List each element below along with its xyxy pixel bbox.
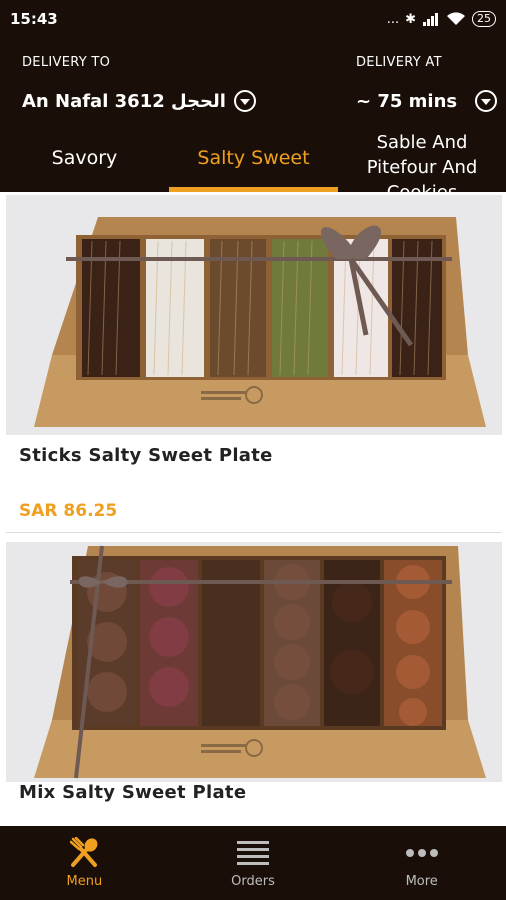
nav-label: Orders [231,873,275,889]
product-image [6,195,502,435]
notification-dots: ... [386,11,400,27]
category-tabs: Savory Salty Sweet Sable And Pitefour An… [0,124,506,203]
bluetooth-icon: ✱ [405,11,416,27]
tab-salty-sweet[interactable]: Salty Sweet [169,124,338,192]
delivery-address: An Nafal الحجل 3612 [22,90,226,112]
status-time: 15:43 [10,10,58,28]
wifi-icon [447,12,465,25]
chevron-down-icon [475,90,498,112]
product-card[interactable]: Mix Salty Sweet Plate [0,538,506,826]
status-bar: 15:43 ... ✱ 25 [0,0,506,38]
product-list: Sticks Salty Sweet Plate SAR 86.25 Mix S… [0,192,506,826]
bottom-nav: Menu Orders More [0,826,506,900]
product-image [6,542,502,782]
product-card[interactable]: Sticks Salty Sweet Plate SAR 86.25 [0,192,506,532]
delivery-address-selector[interactable]: An Nafal الحجل 3612 [22,90,256,112]
nav-more[interactable]: More [337,826,506,900]
mix-plate-image [6,542,502,782]
tab-sable-pitefour-cookies[interactable]: Sable And Pitefour And Cookies [338,124,506,203]
chevron-down-icon [233,90,256,112]
product-price: SAR 86.25 [19,501,118,521]
sticks-plate-image [6,195,502,435]
card-divider [6,532,502,533]
delivery-at-label: DELIVERY AT [356,55,442,70]
nav-orders[interactable]: Orders [169,826,338,900]
tab-label: Savory [51,147,118,169]
header: DELIVERY TO An Nafal الحجل 3612 DELIVERY… [0,38,506,203]
more-dots-icon [404,838,440,868]
product-title: Sticks Salty Sweet Plate [19,445,273,466]
nav-label: More [405,873,438,889]
tab-label-line: Pitefour And [366,157,478,178]
tab-savory[interactable]: Savory [0,124,169,192]
nav-menu[interactable]: Menu [0,826,169,900]
tab-label: Salty Sweet [197,147,310,169]
tab-label-line: Sable And [376,132,468,153]
nav-label: Menu [66,873,103,889]
delivery-time: ~ 75 mins [356,90,458,112]
delivery-to-label: DELIVERY TO [22,55,111,70]
list-icon [235,838,271,868]
product-title: Mix Salty Sweet Plate [19,782,247,803]
delivery-time-selector[interactable]: ~ 75 mins [356,90,498,112]
signal-icon [423,13,438,26]
status-icons: ... ✱ 25 [387,11,496,27]
battery-icon: 25 [472,11,496,27]
fork-spoon-icon [66,836,102,868]
